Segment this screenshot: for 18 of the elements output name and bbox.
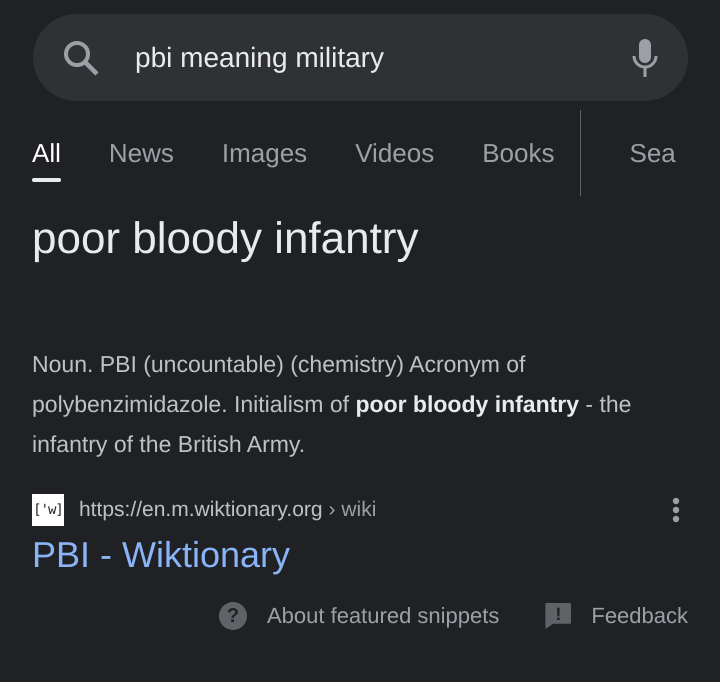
tab[interactable]: Books: [458, 110, 578, 196]
result-title-link[interactable]: PBI - Wiktionary: [32, 534, 290, 576]
tab[interactable]: Videos: [331, 110, 458, 196]
breadcrumb-path: › wiki: [328, 498, 378, 522]
feedback-link[interactable]: Feedback: [591, 603, 688, 629]
featured-answer: poor bloody infantry: [32, 214, 420, 264]
microphone-icon[interactable]: [630, 38, 660, 78]
snippet-text: Noun. PBI (uncountable) (chemistry) Acronym of polybenzimidazole. Initialism of poor bloody infantry - the infantry of the British Army.: [32, 350, 632, 459]
search-query: pbi meaning military: [135, 42, 385, 74]
tab[interactable]: Images: [198, 110, 332, 196]
tab[interactable]: Sea: [605, 110, 700, 196]
source-url: https://en.m.wiktionary.org: [79, 498, 323, 522]
tab[interactable]: All: [0, 110, 85, 196]
search-field[interactable]: pbi meaning military: [33, 14, 688, 101]
about-snippets-link[interactable]: About featured snippets: [266, 603, 500, 629]
more-options-icon[interactable]: [672, 497, 680, 523]
site-favicon: ['w]: [32, 494, 64, 526]
tab[interactable]: News: [84, 110, 198, 196]
